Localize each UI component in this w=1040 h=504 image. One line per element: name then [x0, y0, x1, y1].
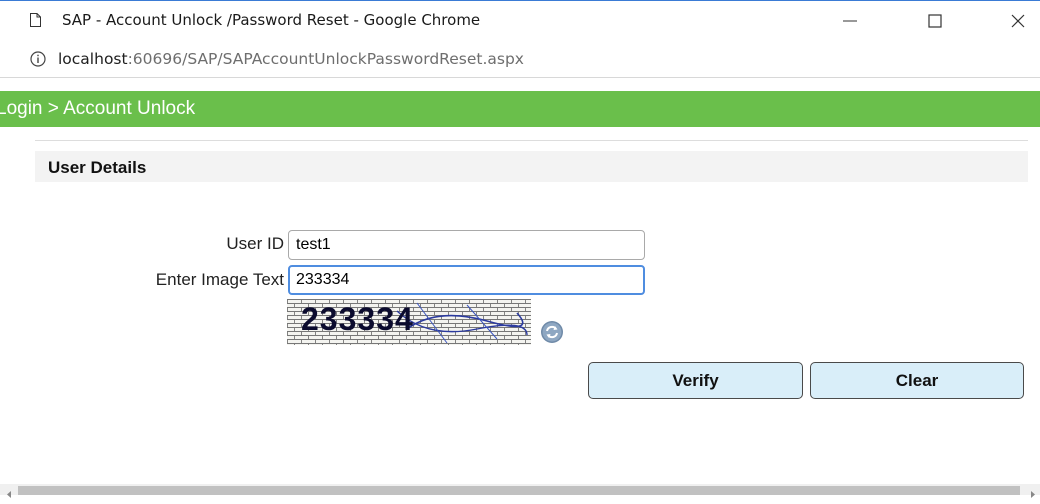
url-path: :60696/SAP/SAPAccountUnlockPasswordReset…	[127, 50, 524, 68]
page-icon	[30, 13, 41, 27]
section-title: User Details	[48, 158, 147, 177]
address-bar[interactable]: localhost:60696/SAP/SAPAccountUnlockPass…	[0, 40, 1040, 78]
maximize-icon	[928, 14, 942, 28]
section-header: User Details	[35, 151, 1028, 182]
url-host: localhost	[58, 50, 128, 68]
divider	[35, 140, 1028, 141]
horizontal-scrollbar[interactable]	[0, 484, 1040, 498]
refresh-icon[interactable]	[540, 320, 564, 344]
captcha-image: 233334	[287, 299, 531, 345]
breadcrumb-bar: Login > Account Unlock	[0, 91, 1040, 127]
clear-button[interactable]: Clear	[810, 362, 1024, 399]
breadcrumb: Login > Account Unlock	[0, 98, 196, 119]
close-icon	[1011, 14, 1025, 28]
minimize-button[interactable]	[830, 7, 870, 35]
image-text-label: Enter Image Text	[155, 270, 284, 289]
scrollbar-thumb[interactable]	[18, 486, 1020, 495]
window-title-bar: SAP - Account Unlock /Password Reset - G…	[0, 0, 1040, 40]
verify-button[interactable]: Verify	[588, 362, 803, 399]
minimize-icon	[843, 20, 857, 22]
image-text-input[interactable]	[288, 265, 645, 295]
maximize-button[interactable]	[915, 7, 955, 35]
scroll-left-icon[interactable]	[4, 486, 14, 498]
info-icon[interactable]	[30, 51, 46, 67]
close-button[interactable]	[998, 7, 1038, 35]
captcha-text: 233334	[301, 301, 414, 337]
user-id-input[interactable]	[288, 230, 645, 260]
user-id-label: User ID	[226, 234, 284, 253]
scroll-right-icon[interactable]	[1028, 486, 1038, 498]
window-title: SAP - Account Unlock /Password Reset - G…	[62, 11, 481, 29]
url-text[interactable]: localhost:60696/SAP/SAPAccountUnlockPass…	[58, 50, 524, 68]
